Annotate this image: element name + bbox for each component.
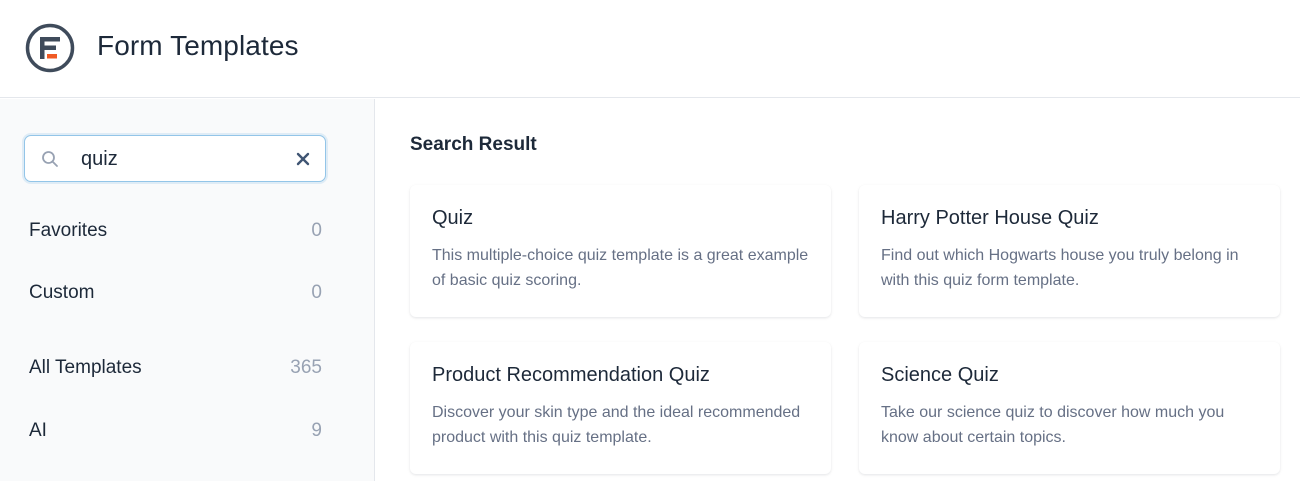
close-icon[interactable] (295, 151, 311, 167)
sidebar-item-label: Custom (29, 282, 95, 303)
formidable-logo-icon (25, 23, 75, 73)
card-description: Discover your skin type and the ideal re… (432, 404, 801, 446)
template-card-harry-potter-house-quiz[interactable]: Harry Potter House Quiz Find out which H… (859, 185, 1280, 317)
page-title: Form Templates (97, 30, 299, 61)
card-title: Harry Potter House Quiz (881, 207, 1099, 229)
section-title: Search Result (410, 134, 537, 155)
sidebar-item-count: 9 (311, 420, 322, 441)
card-description: Take our science quiz to discover how mu… (881, 404, 1225, 446)
sidebar-item-all-templates[interactable]: All Templates 365 (29, 353, 322, 383)
search-icon (41, 150, 59, 168)
sidebar-item-custom[interactable]: Custom 0 (29, 278, 322, 308)
template-card-product-recommendation-quiz[interactable]: Product Recommendation Quiz Discover you… (410, 342, 831, 474)
card-title: Product Recommendation Quiz (432, 364, 710, 386)
sidebar-item-count: 0 (311, 220, 322, 241)
search-input[interactable] (81, 145, 281, 173)
sidebar-item-label: All Templates (29, 357, 142, 378)
card-title: Quiz (432, 207, 474, 229)
sidebar-item-ai[interactable]: AI 9 (29, 416, 322, 446)
sidebar-item-label: Favorites (29, 220, 108, 241)
sidebar-item-count: 365 (290, 357, 322, 378)
sidebar-item-label: AI (29, 420, 47, 441)
sidebar-item-count: 0 (311, 282, 322, 303)
sidebar-item-favorites[interactable]: Favorites 0 (29, 216, 322, 246)
sidebar: Favorites 0 Custom 0 All Templates 365 A… (0, 99, 375, 481)
template-card-quiz[interactable]: Quiz This multiple-choice quiz template … (410, 185, 831, 317)
template-card-science-quiz[interactable]: Science Quiz Take our science quiz to di… (859, 342, 1280, 474)
card-description: Find out which Hogwarts house you truly … (881, 247, 1239, 289)
card-description: This multiple-choice quiz template is a … (432, 247, 809, 289)
card-title: Science Quiz (881, 364, 999, 386)
search-box[interactable] (24, 135, 326, 182)
main-content: Search Result Quiz This multiple-choice … (376, 99, 1300, 481)
app-header: Form Templates (0, 0, 1300, 98)
